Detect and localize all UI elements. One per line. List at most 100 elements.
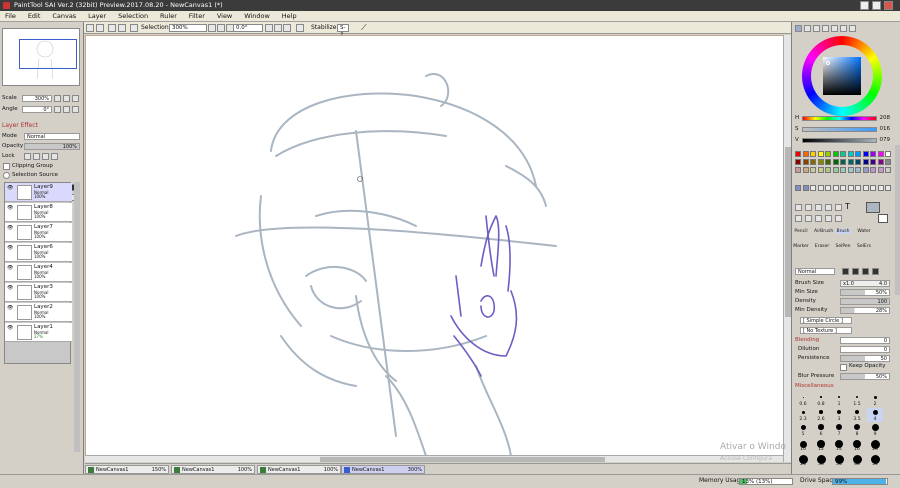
color-picker-tab[interactable] bbox=[849, 25, 856, 32]
color-swatch[interactable] bbox=[810, 185, 816, 191]
visibility-eye-icon[interactable]: 👁 bbox=[7, 306, 13, 311]
color-swatch[interactable] bbox=[817, 167, 824, 173]
brush-size-preset[interactable]: 2.3 bbox=[795, 408, 811, 422]
blending-title[interactable]: Blending bbox=[795, 337, 819, 343]
color-swatch[interactable] bbox=[885, 167, 891, 173]
marker-tool[interactable]: Marker bbox=[793, 244, 809, 249]
rotate-tool-icon[interactable] bbox=[815, 215, 822, 222]
s-value[interactable]: 016 bbox=[878, 126, 891, 133]
angle-left-button[interactable] bbox=[54, 106, 61, 113]
color-swatch[interactable] bbox=[832, 167, 839, 173]
selpen-tool[interactable]: SelPen bbox=[835, 244, 851, 249]
brush-texture-select[interactable]: [ No Texture ] bbox=[800, 327, 852, 334]
color-swatch[interactable] bbox=[862, 159, 869, 165]
brush-size-preset[interactable]: 50 bbox=[867, 453, 883, 467]
brush-size-preset[interactable]: 2 bbox=[867, 393, 883, 407]
color-swatch[interactable] bbox=[862, 167, 869, 173]
color-swatch[interactable] bbox=[870, 167, 876, 173]
color-swatch[interactable] bbox=[802, 167, 809, 173]
angle-right-button[interactable] bbox=[63, 106, 70, 113]
color-swatch[interactable] bbox=[825, 185, 831, 191]
blend-mode-select[interactable]: Normal bbox=[24, 133, 80, 140]
layer-item[interactable]: 👁 Layer4 Normal 100% bbox=[5, 263, 72, 282]
pencil-tool[interactable]: Pencil bbox=[793, 229, 809, 234]
color-swatch[interactable] bbox=[810, 159, 816, 165]
layer-list-scrollbar[interactable] bbox=[74, 182, 80, 452]
color-swatch[interactable] bbox=[870, 151, 876, 157]
close-button[interactable] bbox=[884, 1, 893, 10]
menu-ruler[interactable]: Ruler bbox=[155, 11, 182, 22]
menu-selection[interactable]: Selection bbox=[113, 11, 153, 22]
color-swatch[interactable] bbox=[862, 185, 869, 191]
color-swatch[interactable] bbox=[877, 159, 884, 165]
brush-size-preset[interactable]: 3.5 bbox=[849, 408, 865, 422]
palette-tab[interactable] bbox=[822, 25, 829, 32]
brush-size-preset[interactable]: 20 bbox=[867, 438, 883, 452]
select-tool-icon[interactable] bbox=[795, 204, 802, 211]
brush-size-preset[interactable]: 0.8 bbox=[813, 393, 829, 407]
menu-filter[interactable]: Filter bbox=[184, 11, 210, 22]
lock-move-button[interactable] bbox=[33, 153, 40, 160]
brush-size-preset[interactable]: 2.6 bbox=[813, 408, 829, 422]
color-swatch[interactable] bbox=[817, 159, 824, 165]
rotate-right-button[interactable] bbox=[274, 24, 282, 32]
airbrush-tool[interactable]: AirBrush bbox=[814, 229, 833, 234]
brush-size-slider[interactable]: x1.0 4.0 bbox=[840, 280, 890, 287]
color-swatch[interactable] bbox=[810, 167, 816, 173]
secondary-color-box[interactable] bbox=[878, 214, 888, 223]
doc-tab[interactable]: NewCanvas1 100% bbox=[257, 465, 341, 474]
magic-wand-icon[interactable] bbox=[815, 204, 822, 211]
brush-size-preset[interactable]: 3 bbox=[831, 408, 847, 422]
angle-reset-button[interactable] bbox=[72, 106, 79, 113]
redo-button[interactable] bbox=[96, 24, 104, 32]
brush-blend-mode-select[interactable]: Normal bbox=[795, 268, 835, 275]
brush-size-preset[interactable]: 9 bbox=[867, 423, 883, 437]
canvas-vertical-scrollbar[interactable] bbox=[783, 35, 791, 462]
color-swatch[interactable] bbox=[802, 151, 809, 157]
color-swatch[interactable] bbox=[847, 167, 854, 173]
color-swatch[interactable] bbox=[877, 185, 884, 191]
selers-tool[interactable]: SelErs bbox=[856, 244, 872, 249]
color-swatch[interactable] bbox=[795, 185, 801, 191]
color-swatch[interactable] bbox=[802, 185, 809, 191]
swatch-tab[interactable] bbox=[831, 25, 838, 32]
navigator-view-rect[interactable] bbox=[19, 39, 77, 69]
visibility-eye-icon[interactable]: 👁 bbox=[7, 266, 13, 271]
brush-size-preset[interactable]: 12 bbox=[813, 438, 829, 452]
brush-size-preset[interactable]: 7 bbox=[831, 423, 847, 437]
brush-edge-hard[interactable] bbox=[862, 268, 869, 275]
color-swatch[interactable] bbox=[885, 159, 891, 165]
lock-alpha-button[interactable] bbox=[42, 153, 49, 160]
scale-in-button[interactable] bbox=[63, 95, 70, 102]
color-swatch[interactable] bbox=[847, 159, 854, 165]
persistence-slider[interactable]: 50 bbox=[840, 355, 890, 362]
bucket-tool-icon[interactable] bbox=[825, 204, 832, 211]
color-wheel-tab[interactable] bbox=[795, 25, 802, 32]
color-swatch[interactable] bbox=[840, 151, 846, 157]
brush-size-preset[interactable]: 5 bbox=[795, 423, 811, 437]
color-swatch[interactable] bbox=[817, 151, 824, 157]
clipping-group-checkbox[interactable] bbox=[3, 163, 10, 170]
brush-size-preset[interactable]: 14 bbox=[831, 438, 847, 452]
rgb-slider-tab[interactable] bbox=[804, 25, 811, 32]
doc-tab[interactable]: NewCanvas1 100% bbox=[171, 465, 255, 474]
menu-canvas[interactable]: Canvas bbox=[47, 11, 81, 22]
color-swatch[interactable] bbox=[825, 159, 831, 165]
brush-size-preset[interactable]: 1.5 bbox=[849, 393, 865, 407]
menu-edit[interactable]: Edit bbox=[23, 11, 46, 22]
color-swatch[interactable] bbox=[855, 185, 861, 191]
lasso-tool-icon[interactable] bbox=[805, 204, 812, 211]
layer-item[interactable]: 👁 Layer9 Normal 100% bbox=[5, 183, 72, 202]
color-swatch[interactable] bbox=[810, 151, 816, 157]
water-tool[interactable]: Water bbox=[856, 229, 872, 234]
visibility-eye-icon[interactable]: 👁 bbox=[7, 246, 13, 251]
color-swatch[interactable] bbox=[877, 151, 884, 157]
zoom-in-button[interactable] bbox=[217, 24, 225, 32]
flip-horizontal-button[interactable] bbox=[296, 24, 304, 32]
eyedropper-icon[interactable] bbox=[835, 215, 842, 222]
color-swatch[interactable] bbox=[885, 151, 891, 157]
scale-reset-button[interactable] bbox=[72, 95, 79, 102]
h-value[interactable]: 208 bbox=[878, 115, 891, 122]
right-panel-scrollbar[interactable] bbox=[895, 145, 900, 295]
visibility-eye-icon[interactable]: 👁 bbox=[7, 206, 13, 211]
